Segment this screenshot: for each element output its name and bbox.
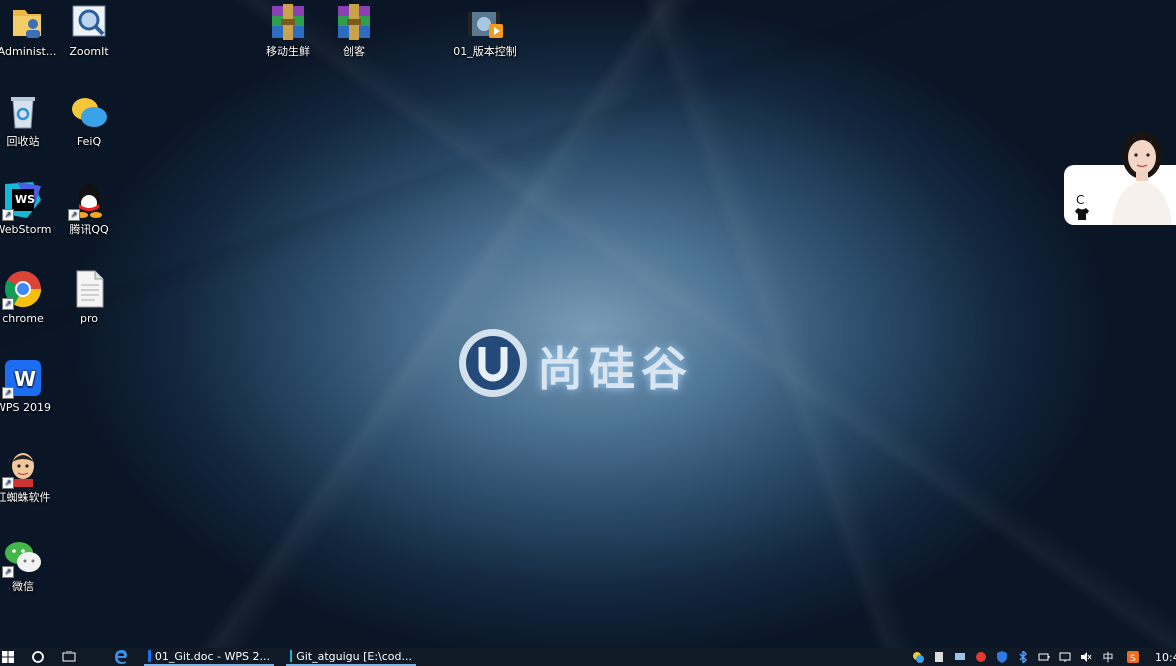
recycle-bin-icon [3, 92, 43, 132]
desktop-icon-wechat[interactable]: ↗ 微信 [0, 537, 66, 593]
edge-icon [115, 650, 127, 664]
sogou-input-icon[interactable]: S [1127, 651, 1139, 663]
icon-label: FeiQ [76, 135, 102, 148]
search-button[interactable] [30, 648, 46, 666]
winrar-archive-icon [334, 2, 374, 42]
volume-muted-icon[interactable] [1080, 651, 1092, 663]
desktop-icon-chuangke[interactable]: 创客 [311, 2, 397, 58]
desktop-icon-zoomit[interactable]: ZoomIt [46, 2, 132, 58]
desktop-icon-qq[interactable]: ↗ 腾讯QQ [46, 180, 132, 236]
desktop-icon-spider-software[interactable]: ↗ 红蜘蛛软件 [0, 448, 66, 504]
spider-software-icon: ↗ [2, 448, 43, 489]
icon-label: 微信 [12, 580, 34, 593]
taskbar-app-label: Git_atguigu [E:\cod... [296, 649, 412, 663]
wps-glyph: W [14, 367, 36, 391]
webcam-letter: C [1076, 193, 1085, 207]
shortcut-arrow-icon: ↗ [2, 477, 14, 489]
shortcut-arrow-icon: ↗ [2, 209, 14, 221]
feiq-tray-icon[interactable] [912, 651, 924, 663]
icon-label: 腾讯QQ [69, 223, 109, 236]
qq-icon: ↗ [68, 180, 109, 221]
icon-label: 红蜘蛛软件 [0, 491, 51, 504]
desktop-icon-feiq[interactable]: FeiQ [46, 92, 132, 148]
icon-label: pro [80, 312, 98, 325]
windows-start-icon [2, 651, 14, 663]
logo-mark-icon [459, 329, 527, 397]
desktop: Administ... ZoomIt 回收站 FeiQ WS ↗ WebStor… [0, 0, 1176, 648]
network-icon[interactable] [1059, 651, 1071, 663]
document-icon [69, 269, 109, 309]
shortcut-arrow-icon: ↗ [68, 209, 80, 221]
battery-icon[interactable] [1038, 651, 1050, 663]
shortcut-arrow-icon: ↗ [2, 298, 14, 310]
icon-label: 01_版本控制 [453, 45, 517, 58]
clock[interactable]: 10:4 [1155, 648, 1176, 666]
taskbar-app-label: 01_Git.doc - WPS 2... [154, 649, 270, 663]
record-tray-icon[interactable] [975, 651, 987, 663]
user-folder-icon [7, 2, 47, 42]
shortcut-arrow-icon: ↗ [2, 566, 14, 578]
webstorm-glyph: WS [15, 193, 35, 206]
taskbar: 01_Git.doc - WPS 2... Git_atguigu [E:\co… [0, 648, 1176, 666]
desktop-icon-banben-kongzhi[interactable]: 01_版本控制 [442, 2, 528, 58]
feiq-icon [69, 92, 109, 132]
taskbar-app-wps-doc[interactable]: 01_Git.doc - WPS 2... [144, 648, 274, 666]
monitor-tray-icon[interactable] [954, 651, 966, 663]
icon-label: 创客 [343, 45, 365, 58]
taskbar-app-webstorm[interactable]: Git_atguigu [E:\cod... [286, 648, 416, 666]
shield-icon[interactable] [996, 651, 1008, 663]
icon-label: ZoomIt [69, 45, 109, 58]
bluetooth-icon[interactable] [1017, 651, 1029, 663]
wps-icon: W ↗ [2, 358, 43, 399]
cortana-circle-icon [32, 651, 44, 663]
tshirt-icon [1075, 208, 1089, 220]
svg-text:S: S [1130, 654, 1136, 663]
desktop-icon-pro[interactable]: pro [46, 269, 132, 325]
task-view-button[interactable] [60, 648, 78, 666]
icon-label: WPS 2019 [0, 401, 51, 414]
ime-indicator[interactable]: 中 [1101, 648, 1115, 666]
logo-text: 尚硅谷 [537, 342, 693, 396]
webstorm-icon [290, 650, 293, 662]
wechat-icon: ↗ [2, 537, 43, 578]
atguigu-logo: 尚硅谷 [455, 323, 745, 403]
task-view-icon [62, 651, 76, 662]
zoomit-icon [69, 2, 109, 42]
webstorm-icon: WS ↗ [2, 180, 43, 221]
presenter-avatar [1112, 131, 1172, 225]
start-button[interactable] [0, 648, 16, 666]
webcam-overlay: C [1064, 125, 1176, 225]
chrome-icon: ↗ [2, 269, 43, 310]
edge-button[interactable] [112, 648, 130, 666]
tray-app-icon[interactable] [933, 651, 945, 663]
winrar-archive-icon [268, 2, 308, 42]
shortcut-arrow-icon: ↗ [2, 387, 14, 399]
video-file-icon [465, 2, 505, 42]
desktop-icon-wps[interactable]: W ↗ WPS 2019 [0, 358, 66, 414]
wps-doc-icon [148, 650, 151, 662]
